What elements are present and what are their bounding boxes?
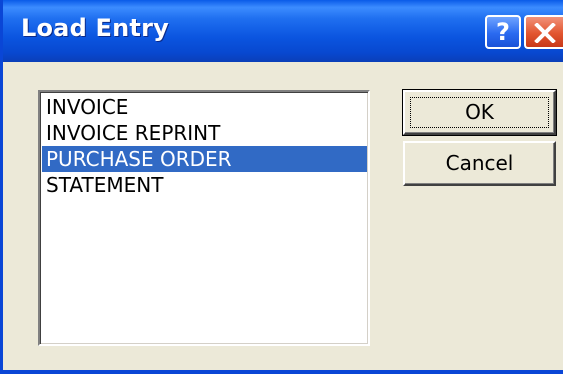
- list-item-purchase-order[interactable]: PURCHASE ORDER: [42, 146, 367, 172]
- list-item-statement[interactable]: STATEMENT: [42, 172, 367, 198]
- ok-button-label: OK: [465, 100, 494, 124]
- list-item-invoice-reprint[interactable]: INVOICE REPRINT: [42, 120, 367, 146]
- cancel-button[interactable]: Cancel: [403, 141, 556, 186]
- cancel-button-label: Cancel: [445, 151, 514, 175]
- load-entry-dialog: Load Entry ? INVOICE INVOICE REPRINT PUR…: [0, 0, 563, 374]
- close-button[interactable]: [524, 15, 563, 49]
- help-icon: ?: [496, 18, 510, 46]
- close-icon: [534, 23, 556, 43]
- title-bar[interactable]: Load Entry ?: [3, 0, 563, 62]
- entry-listbox[interactable]: INVOICE INVOICE REPRINT PURCHASE ORDER S…: [38, 90, 370, 346]
- list-item-invoice[interactable]: INVOICE: [42, 94, 367, 120]
- window-title: Load Entry: [21, 14, 169, 42]
- ok-button[interactable]: OK: [402, 89, 557, 136]
- help-button[interactable]: ?: [485, 15, 521, 49]
